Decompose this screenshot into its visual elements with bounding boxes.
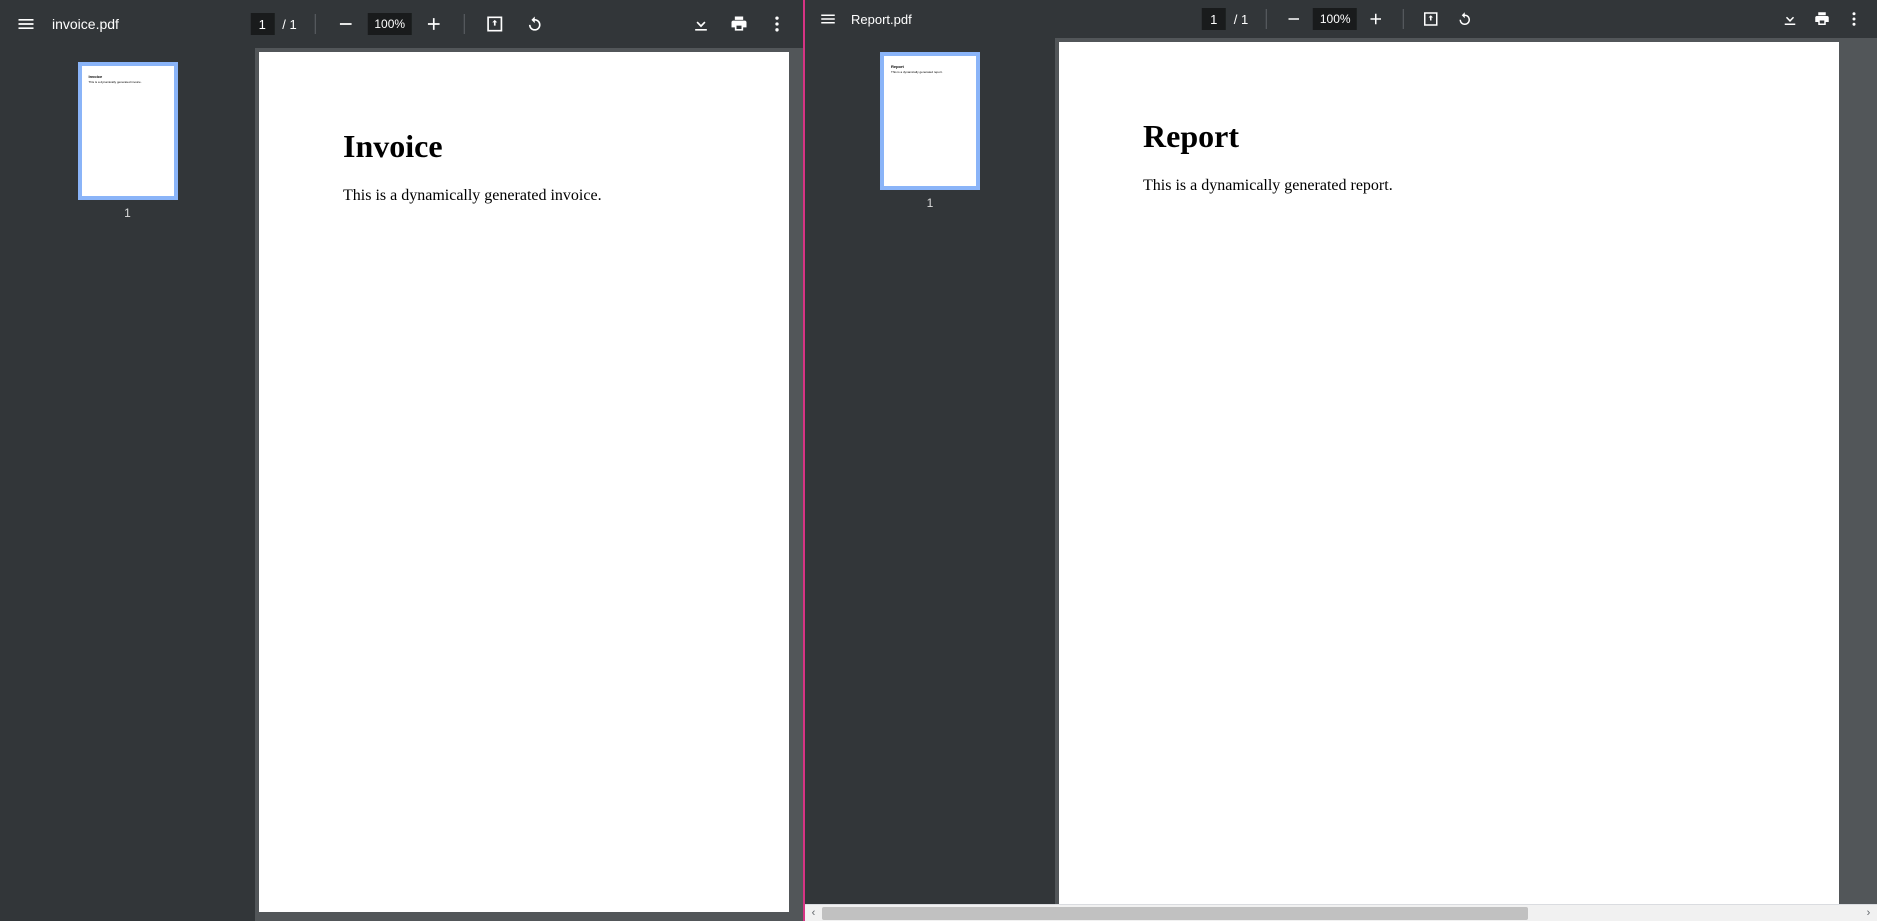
- filename-label: Report.pdf: [851, 12, 912, 27]
- pdf-viewer-right: Report.pdf / 1 Report: [805, 0, 1877, 921]
- document-viewport[interactable]: Invoice This is a dynamically generated …: [255, 48, 803, 921]
- toolbar: Report.pdf / 1: [805, 0, 1877, 38]
- document-body-text: This is a dynamically generated invoice.: [343, 187, 705, 205]
- thumbnail-body: This is a dynamically generated invoice.: [89, 80, 142, 84]
- fit-page-icon[interactable]: [1416, 4, 1446, 34]
- separator: [315, 14, 316, 34]
- thumbnail-body: This is a dynamically generated report.: [891, 70, 943, 74]
- zoom-level-input[interactable]: [368, 13, 412, 35]
- pdf-page: Invoice This is a dynamically generated …: [259, 52, 789, 912]
- separator: [1403, 9, 1404, 29]
- more-icon[interactable]: [1839, 4, 1869, 34]
- menu-icon[interactable]: [813, 4, 843, 34]
- scrollbar-thumb[interactable]: [822, 907, 1528, 920]
- more-icon[interactable]: [759, 6, 795, 42]
- page-number-input[interactable]: [1202, 8, 1226, 30]
- print-icon[interactable]: [721, 6, 757, 42]
- separator: [464, 14, 465, 34]
- page-thumbnail[interactable]: Invoice This is a dynamically generated …: [78, 62, 178, 200]
- fit-page-icon[interactable]: [477, 6, 513, 42]
- zoom-out-icon[interactable]: [328, 6, 364, 42]
- document-heading: Report: [1143, 118, 1755, 155]
- rotate-icon[interactable]: [517, 6, 553, 42]
- download-icon[interactable]: [683, 6, 719, 42]
- document-viewport[interactable]: Report This is a dynamically generated r…: [1055, 38, 1877, 904]
- pdf-page: Report This is a dynamically generated r…: [1059, 42, 1839, 904]
- zoom-level-input[interactable]: [1313, 8, 1357, 30]
- rotate-icon[interactable]: [1450, 4, 1480, 34]
- horizontal-scrollbar[interactable]: ‹ ›: [805, 904, 1877, 921]
- zoom-in-icon[interactable]: [1361, 4, 1391, 34]
- thumbnail-sidebar: Report This is a dynamically generated r…: [805, 38, 1055, 904]
- zoom-out-icon[interactable]: [1279, 4, 1309, 34]
- toolbar: invoice.pdf / 1: [0, 0, 803, 48]
- filename-label: invoice.pdf: [52, 16, 119, 32]
- menu-icon[interactable]: [8, 6, 44, 42]
- document-body-text: This is a dynamically generated report.: [1143, 177, 1755, 195]
- thumbnail-number: 1: [124, 206, 131, 220]
- scroll-left-icon[interactable]: ‹: [805, 905, 822, 921]
- page-total-label: / 1: [1234, 12, 1248, 27]
- download-icon[interactable]: [1775, 4, 1805, 34]
- thumbnail-title: Invoice: [89, 74, 103, 79]
- thumbnail-number: 1: [927, 196, 934, 210]
- zoom-in-icon[interactable]: [416, 6, 452, 42]
- thumbnail-title: Report: [891, 64, 904, 69]
- scrollbar-track[interactable]: [822, 905, 1860, 921]
- thumbnail-sidebar: Invoice This is a dynamically generated …: [0, 48, 255, 921]
- page-number-input[interactable]: [250, 13, 274, 35]
- print-icon[interactable]: [1807, 4, 1837, 34]
- separator: [1266, 9, 1267, 29]
- page-total-label: / 1: [282, 17, 296, 32]
- pdf-viewer-left: invoice.pdf / 1 Invoic: [0, 0, 803, 921]
- page-thumbnail[interactable]: Report This is a dynamically generated r…: [880, 52, 980, 190]
- document-heading: Invoice: [343, 128, 705, 165]
- scroll-right-icon[interactable]: ›: [1860, 905, 1877, 921]
